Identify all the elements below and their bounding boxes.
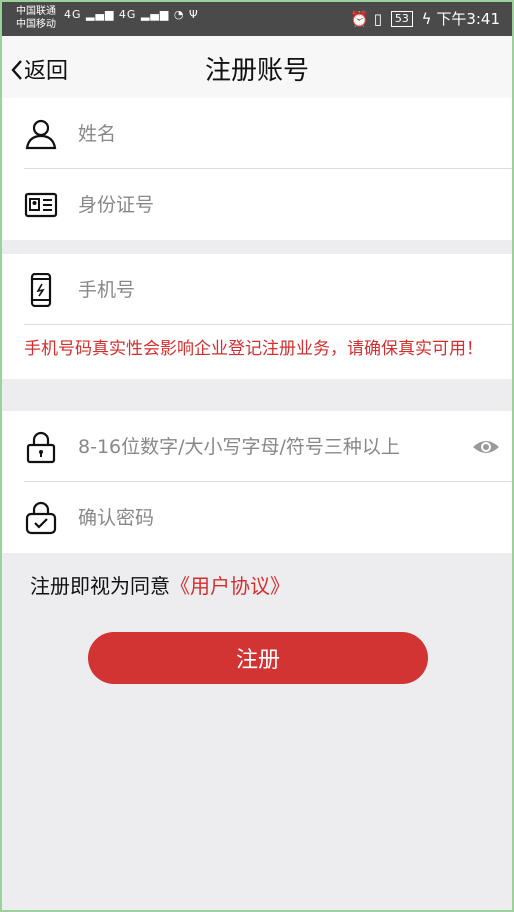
register-button[interactable]: 注册 xyxy=(88,632,428,684)
user-agreement-link[interactable]: 《用户协议》 xyxy=(170,574,290,598)
carrier-info: 中国联通 中国移动 xyxy=(16,5,56,31)
lock-check-icon xyxy=(25,501,57,534)
password-field[interactable] xyxy=(78,411,454,482)
lock-icon xyxy=(26,431,56,463)
charging-icon: ϟ xyxy=(421,10,432,28)
page-title: 注册账号 xyxy=(204,56,309,86)
identity-group xyxy=(0,98,514,240)
carrier-1: 中国联通 xyxy=(16,6,56,17)
header: 返回 注册账号 xyxy=(0,36,514,98)
id-number-field[interactable] xyxy=(78,169,454,240)
phone-group: 手机号码真实性会影响企业登记注册业务，请确保真实可用！ xyxy=(0,254,514,379)
id-row xyxy=(0,169,514,240)
network-2: 4G xyxy=(118,8,137,21)
vibrate-icon: ▯ xyxy=(373,10,383,28)
name-field[interactable] xyxy=(78,98,454,169)
eye-icon[interactable] xyxy=(472,437,500,457)
confirm-password-row xyxy=(0,482,514,553)
status-bar: 中国联通 中国移动 4G ▂▄▆ 4G ▂▄▆ ◔ Ψ ⏰ ▯ 53 ϟ 下午3… xyxy=(0,0,514,36)
phone-row xyxy=(0,254,514,325)
battery-icon: 53 xyxy=(390,11,413,27)
phone-warning: 手机号码真实性会影响企业登记注册业务，请确保真实可用！ xyxy=(24,339,483,359)
signal-icons: 4G ▂▄▆ 4G ▂▄▆ ◔ Ψ xyxy=(64,8,199,21)
signal-icon-2: ▂▄▆ xyxy=(140,8,170,21)
password-row xyxy=(0,411,514,482)
clock: 下午3:41 xyxy=(436,10,500,28)
network-1: 4G xyxy=(64,8,82,21)
status-right: ⏰ ▯ 53 ϟ 下午3:41 xyxy=(350,8,500,29)
phone-field[interactable] xyxy=(78,254,454,325)
signal-icon: ▂▄▆ xyxy=(86,8,115,21)
name-row xyxy=(0,98,514,169)
id-card-icon xyxy=(24,192,58,217)
divider xyxy=(24,324,514,325)
carrier-2: 中国移动 xyxy=(16,19,56,30)
agreement-text: 注册即视为同意《用户协议》 xyxy=(30,570,290,599)
confirm-password-field[interactable] xyxy=(78,482,454,553)
password-group xyxy=(0,411,514,553)
user-icon xyxy=(25,119,57,149)
phone-icon xyxy=(30,272,52,307)
alarm-icon: ⏰ xyxy=(350,10,370,28)
agreement-prefix: 注册即视为同意 xyxy=(30,574,170,598)
wifi-icon: ◔ xyxy=(173,8,185,21)
usb-icon: Ψ xyxy=(188,8,199,21)
